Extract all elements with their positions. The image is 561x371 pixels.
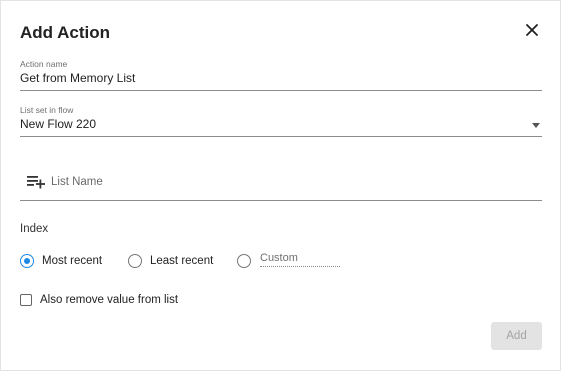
radio-most-recent-label: Most recent <box>42 255 103 267</box>
playlist-add-icon <box>27 176 45 189</box>
remove-value-option[interactable]: Also remove value from list <box>20 292 178 308</box>
radio-most-recent[interactable]: Most recent <box>20 252 102 270</box>
custom-index-input[interactable] <box>260 250 340 267</box>
add-action-dialog: Add Action Action name Get from Memory L… <box>0 0 561 371</box>
close-button[interactable] <box>522 20 542 40</box>
radio-circle[interactable] <box>128 254 142 268</box>
dialog-title: Add Action <box>20 23 111 42</box>
list-set-in-flow-label: List set in flow <box>20 105 74 115</box>
radio-custom[interactable] <box>237 252 251 270</box>
action-name-label: Action name <box>20 59 68 69</box>
radio-circle[interactable] <box>237 254 251 268</box>
index-label: Index <box>20 223 49 235</box>
action-name-field[interactable]: Action name Get from Memory List <box>20 59 542 92</box>
radio-least-recent[interactable]: Least recent <box>128 252 213 270</box>
remove-value-checkbox[interactable] <box>20 294 32 306</box>
action-name-value[interactable]: Get from Memory List <box>20 71 542 85</box>
list-name-input[interactable] <box>51 173 511 191</box>
list-name-field[interactable] <box>20 169 542 202</box>
add-button[interactable]: Add <box>491 322 542 350</box>
list-name-underline <box>20 200 542 201</box>
list-set-in-flow-select[interactable]: List set in flow New Flow 220 <box>20 105 542 138</box>
radio-circle-checked[interactable] <box>20 254 34 268</box>
action-name-underline <box>20 90 542 91</box>
list-set-in-flow-underline <box>20 136 542 137</box>
radio-least-recent-label: Least recent <box>150 255 214 267</box>
close-icon <box>526 24 538 36</box>
remove-value-label: Also remove value from list <box>40 294 179 306</box>
list-set-in-flow-value[interactable]: New Flow 220 <box>20 117 542 131</box>
caret-down-icon[interactable] <box>532 123 540 128</box>
